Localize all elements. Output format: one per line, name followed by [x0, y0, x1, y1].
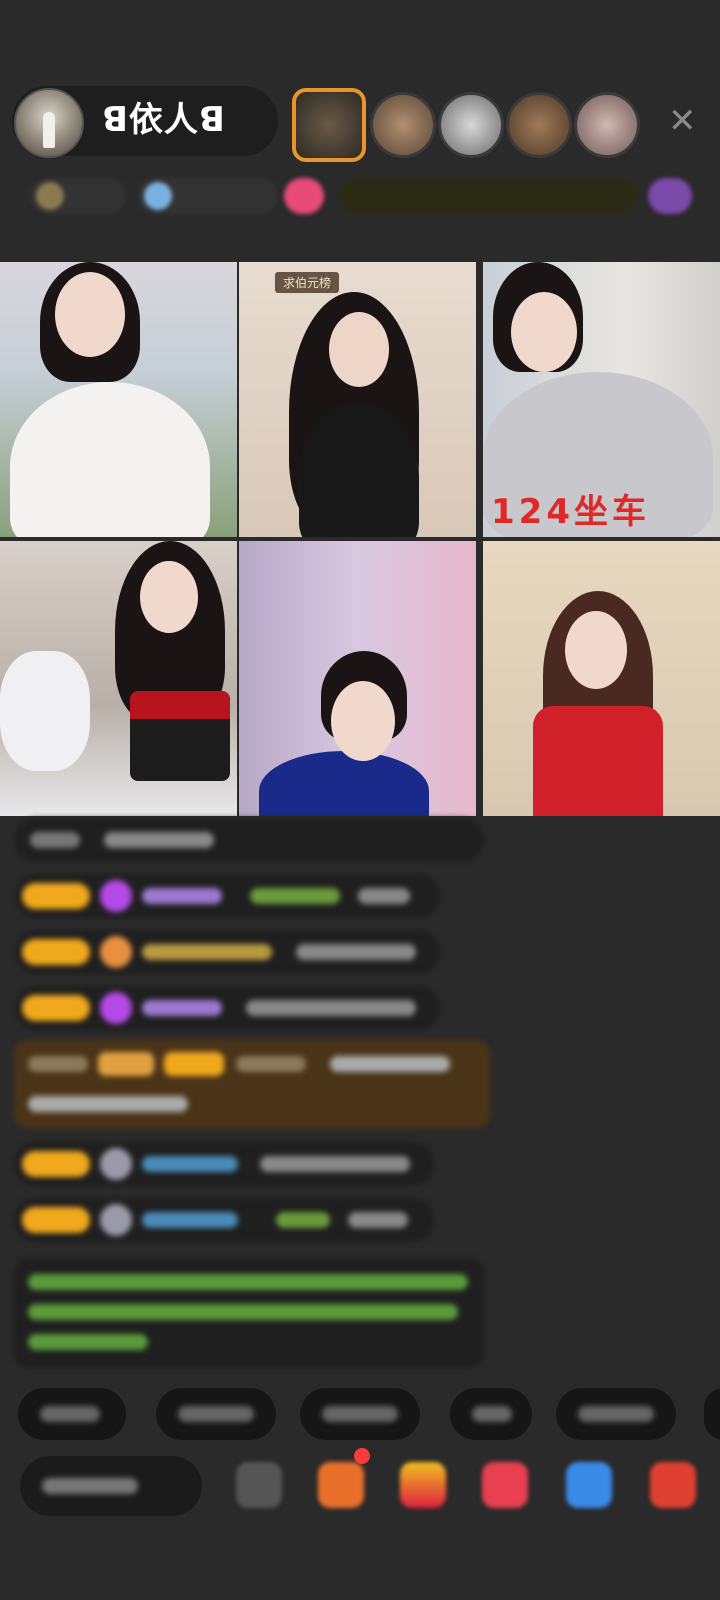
streamer — [10, 382, 210, 537]
room-tags — [20, 172, 700, 222]
face — [565, 611, 627, 689]
quick-chip[interactable] — [450, 1388, 532, 1440]
video-seat[interactable] — [239, 541, 476, 816]
chat-message — [14, 1142, 434, 1186]
chat-highlight — [14, 1040, 490, 1128]
more-icon[interactable] — [650, 1462, 696, 1508]
video-grid: 求伯元榜 124坐车 — [0, 262, 720, 816]
gem-icon — [100, 992, 132, 1024]
gift-icon[interactable] — [400, 1462, 446, 1508]
quick-chip[interactable] — [156, 1388, 276, 1440]
viewer-avatar[interactable] — [438, 92, 504, 158]
game-icon[interactable] — [566, 1462, 612, 1508]
host-avatar[interactable] — [14, 88, 84, 158]
chat-message — [14, 930, 440, 974]
heart-icon[interactable] — [482, 1462, 528, 1508]
face — [55, 272, 125, 357]
video-seat[interactable]: 124坐车 — [483, 262, 720, 537]
seat-caption: 124坐车 — [491, 492, 650, 532]
face — [511, 292, 577, 372]
tag[interactable] — [284, 178, 324, 214]
quick-chip[interactable] — [18, 1388, 126, 1440]
host-name: ꓭ依人ꓭ — [102, 100, 226, 140]
video-seat[interactable] — [483, 541, 720, 816]
gift-box-icon[interactable] — [318, 1462, 364, 1508]
system-notice — [14, 1258, 484, 1368]
tag[interactable] — [138, 178, 278, 214]
chat-message — [14, 874, 440, 918]
seat-badge: 求伯元榜 — [275, 272, 340, 293]
emoji-icon[interactable] — [236, 1462, 282, 1508]
face — [329, 312, 389, 387]
quick-chips — [18, 1388, 720, 1442]
quick-chip[interactable] — [556, 1388, 676, 1440]
chat-message — [14, 1198, 434, 1242]
viewer-avatar[interactable] — [370, 92, 436, 158]
viewer-avatar[interactable] — [574, 92, 640, 158]
chat-message — [14, 818, 484, 862]
host-info[interactable]: ꓭ依人ꓭ — [12, 86, 278, 158]
outfit — [533, 706, 663, 816]
tag[interactable] — [338, 178, 638, 214]
tag[interactable] — [648, 178, 692, 214]
outfit-red — [130, 691, 230, 719]
streamer — [259, 751, 429, 816]
video-seat[interactable] — [0, 541, 237, 816]
viewer-avatar[interactable] — [506, 92, 572, 158]
quick-chip[interactable] — [300, 1388, 420, 1440]
tag[interactable] — [30, 178, 126, 214]
streamer — [0, 651, 90, 771]
chat-input[interactable] — [20, 1456, 202, 1516]
quick-chip[interactable] — [704, 1388, 720, 1440]
video-seat[interactable]: 求伯元榜 — [239, 262, 476, 537]
close-icon[interactable]: ✕ — [668, 104, 697, 138]
face — [140, 561, 198, 633]
video-seat[interactable] — [0, 262, 237, 537]
viewer-avatar[interactable] — [292, 88, 366, 162]
chat-message — [14, 986, 440, 1030]
gem-icon — [100, 880, 132, 912]
notification-dot — [354, 1448, 370, 1464]
face — [331, 681, 395, 761]
